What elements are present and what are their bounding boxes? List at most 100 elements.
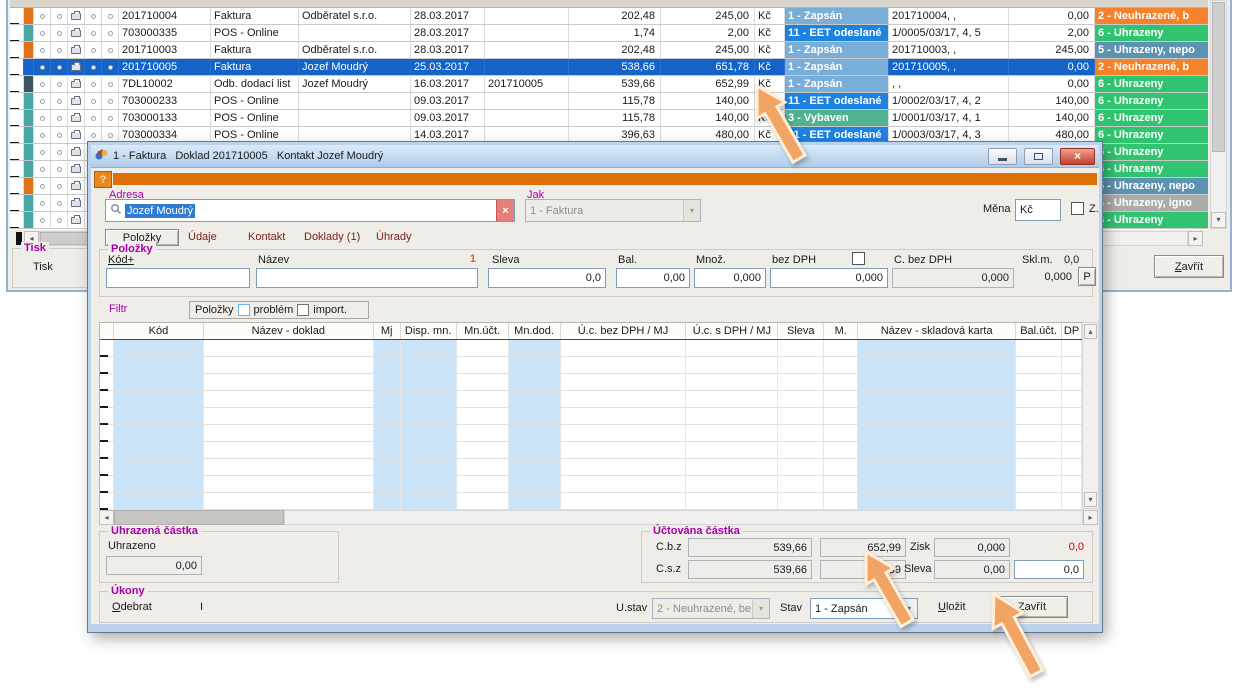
status-dot-icon — [40, 31, 45, 36]
table-row[interactable]: 201710005FakturaJozef Moudrý25.03.201753… — [10, 59, 1208, 76]
bal-input[interactable]: 0,00 — [616, 268, 690, 288]
items-table-header[interactable]: KódNázev - dokladMjDisp. mn.Mn.účt.Mn.do… — [100, 323, 1082, 340]
table-row[interactable] — [100, 442, 1082, 459]
status-dot-icon — [85, 110, 102, 126]
table-row[interactable] — [100, 374, 1082, 391]
empty-cell — [824, 459, 858, 475]
scroll-down-icon[interactable]: ▾ — [1211, 212, 1226, 228]
kod-label[interactable]: Kód+ — [108, 254, 134, 266]
mnoz-input[interactable]: 0,000 — [694, 268, 766, 288]
table-row[interactable] — [100, 408, 1082, 425]
scroll-left-icon[interactable]: ◂ — [99, 510, 114, 525]
table-row[interactable]: 201710003FakturaOdběratel s.r.o.28.03.20… — [10, 42, 1208, 59]
close-icon[interactable]: × — [1060, 148, 1095, 165]
column-header[interactable]: Mn.účt. — [457, 323, 509, 339]
column-header[interactable]: Kód — [114, 323, 204, 339]
column-header[interactable] — [100, 323, 114, 339]
status-badge: 6 - Uhrazeny — [1095, 161, 1208, 177]
tab-kontakt[interactable]: Kontakt — [248, 231, 285, 243]
table-row[interactable] — [100, 459, 1082, 476]
currency-cell: Kč — [755, 59, 785, 75]
empty-cell — [509, 459, 561, 475]
print-icon — [68, 25, 85, 41]
scroll-right-icon[interactable]: ▸ — [1188, 231, 1203, 246]
mena-input[interactable]: Kč — [1015, 199, 1061, 221]
column-header[interactable]: Disp. mn. — [401, 323, 457, 339]
column-header[interactable]: DP — [1062, 323, 1082, 339]
scroll-right-icon[interactable]: ▸ — [1083, 510, 1098, 525]
minimize-button[interactable] — [988, 148, 1017, 165]
adresa-input[interactable]: Jozef Moudrý × — [105, 199, 515, 222]
adresa-value[interactable]: Jozef Moudrý — [125, 204, 195, 218]
items-vertical-scrollbar[interactable]: ▴ ▾ — [1082, 322, 1099, 509]
column-header[interactable]: Mj — [374, 323, 401, 339]
kod-input[interactable] — [106, 268, 250, 288]
chevron-down-icon[interactable]: ▾ — [752, 599, 769, 618]
column-header[interactable]: Ú.c. s DPH / MJ — [686, 323, 778, 339]
p-button[interactable]: P — [1078, 267, 1096, 286]
column-header[interactable]: Ú.c. bez DPH / MJ — [561, 323, 687, 339]
bezdph-checkbox[interactable] — [852, 252, 865, 265]
partner-name-cell — [299, 110, 411, 126]
table-row[interactable] — [100, 357, 1082, 374]
documents-vertical-scrollbar[interactable]: ▾ — [1210, 0, 1227, 229]
table-row[interactable]: 7DL10002Odb. dodací listJozef Moudrý16.0… — [10, 76, 1208, 93]
empty-cell — [204, 493, 374, 509]
documents-close-button[interactable]: Zavřít — [1154, 255, 1224, 278]
table-row[interactable] — [100, 340, 1082, 357]
table-row[interactable]: 703000335POS - Online28.03.20171,742,00K… — [10, 25, 1208, 42]
import-checkbox[interactable] — [297, 304, 309, 316]
doc-status-cell: 11 - EET odeslané — [785, 93, 889, 109]
tab-doklady[interactable]: Doklady (1) — [304, 231, 360, 243]
tab-uhrady[interactable]: Úhrady — [376, 231, 411, 243]
bezdph-input[interactable]: 0,000 — [770, 268, 888, 288]
sleva-input[interactable]: 0,0 — [488, 268, 606, 288]
column-header[interactable]: M. — [824, 323, 858, 339]
table-row[interactable] — [100, 476, 1082, 493]
dialog-titlebar[interactable]: 1 - Faktura Doklad 201710005 Kontakt Joz… — [91, 145, 1099, 168]
scrollbar-track[interactable] — [284, 510, 1083, 525]
maximize-button[interactable] — [1024, 148, 1053, 165]
odebrat-button[interactable]: Odebrat — [112, 601, 152, 613]
doc-number-cell: 201710005 — [119, 59, 211, 75]
ulozit-button[interactable]: Uložit — [938, 601, 966, 613]
clear-icon[interactable]: × — [496, 200, 514, 221]
empty-cell — [1016, 340, 1062, 356]
status-dot-icon — [108, 133, 113, 138]
status-dot-icon — [34, 93, 51, 109]
scrollbar-thumb[interactable] — [1212, 2, 1225, 152]
jak-select[interactable]: 1 - Faktura ▾ — [525, 199, 701, 222]
ustav-select[interactable]: 2 - Neuhrazené, be: ▾ — [652, 598, 770, 619]
table-row[interactable] — [100, 391, 1082, 408]
scrollbar-thumb[interactable] — [114, 510, 284, 525]
column-header[interactable]: Název - doklad — [204, 323, 374, 339]
column-header[interactable]: Název - skladová karta — [858, 323, 1016, 339]
empty-cell — [204, 459, 374, 475]
gross-amount-cell: 245,00 — [661, 42, 755, 58]
nazev-input[interactable] — [256, 268, 478, 288]
filtr-polozky-label: Položky — [195, 304, 234, 316]
tisk-button[interactable]: Tisk — [33, 261, 53, 273]
table-row[interactable]: 703000133POS - Online09.03.2017115,78140… — [10, 110, 1208, 127]
items-table-body[interactable] — [100, 340, 1082, 510]
problem-checkbox[interactable] — [238, 304, 250, 316]
scroll-up-icon[interactable]: ▴ — [1084, 324, 1097, 339]
items-horizontal-scrollbar[interactable]: ◂ ▸ — [99, 510, 1099, 525]
column-header[interactable]: Sleva — [778, 323, 824, 339]
table-row[interactable] — [100, 425, 1082, 442]
table-row[interactable]: 703000233POS - Online09.03.2017115,78140… — [10, 93, 1208, 110]
help-button[interactable]: ? — [94, 171, 112, 188]
uhrazena-group-label: Uhrazená částka — [108, 525, 201, 537]
tab-udaje[interactable]: Údaje — [188, 231, 217, 243]
table-row[interactable] — [100, 493, 1082, 510]
status-dot-icon — [40, 218, 45, 223]
table-row[interactable]: 201710004FakturaOdběratel s.r.o.28.03.20… — [10, 8, 1208, 25]
z-checkbox[interactable] — [1071, 202, 1084, 215]
scroll-down-icon[interactable]: ▾ — [1084, 492, 1097, 507]
column-header[interactable]: Mn.dod. — [509, 323, 561, 339]
chevron-down-icon[interactable]: ▾ — [683, 200, 700, 221]
sleva-percent-input[interactable]: 0,0 — [1014, 560, 1084, 579]
empty-cell — [114, 442, 204, 458]
empty-cell — [1062, 391, 1082, 407]
column-header[interactable]: Bal.účt. — [1016, 323, 1062, 339]
